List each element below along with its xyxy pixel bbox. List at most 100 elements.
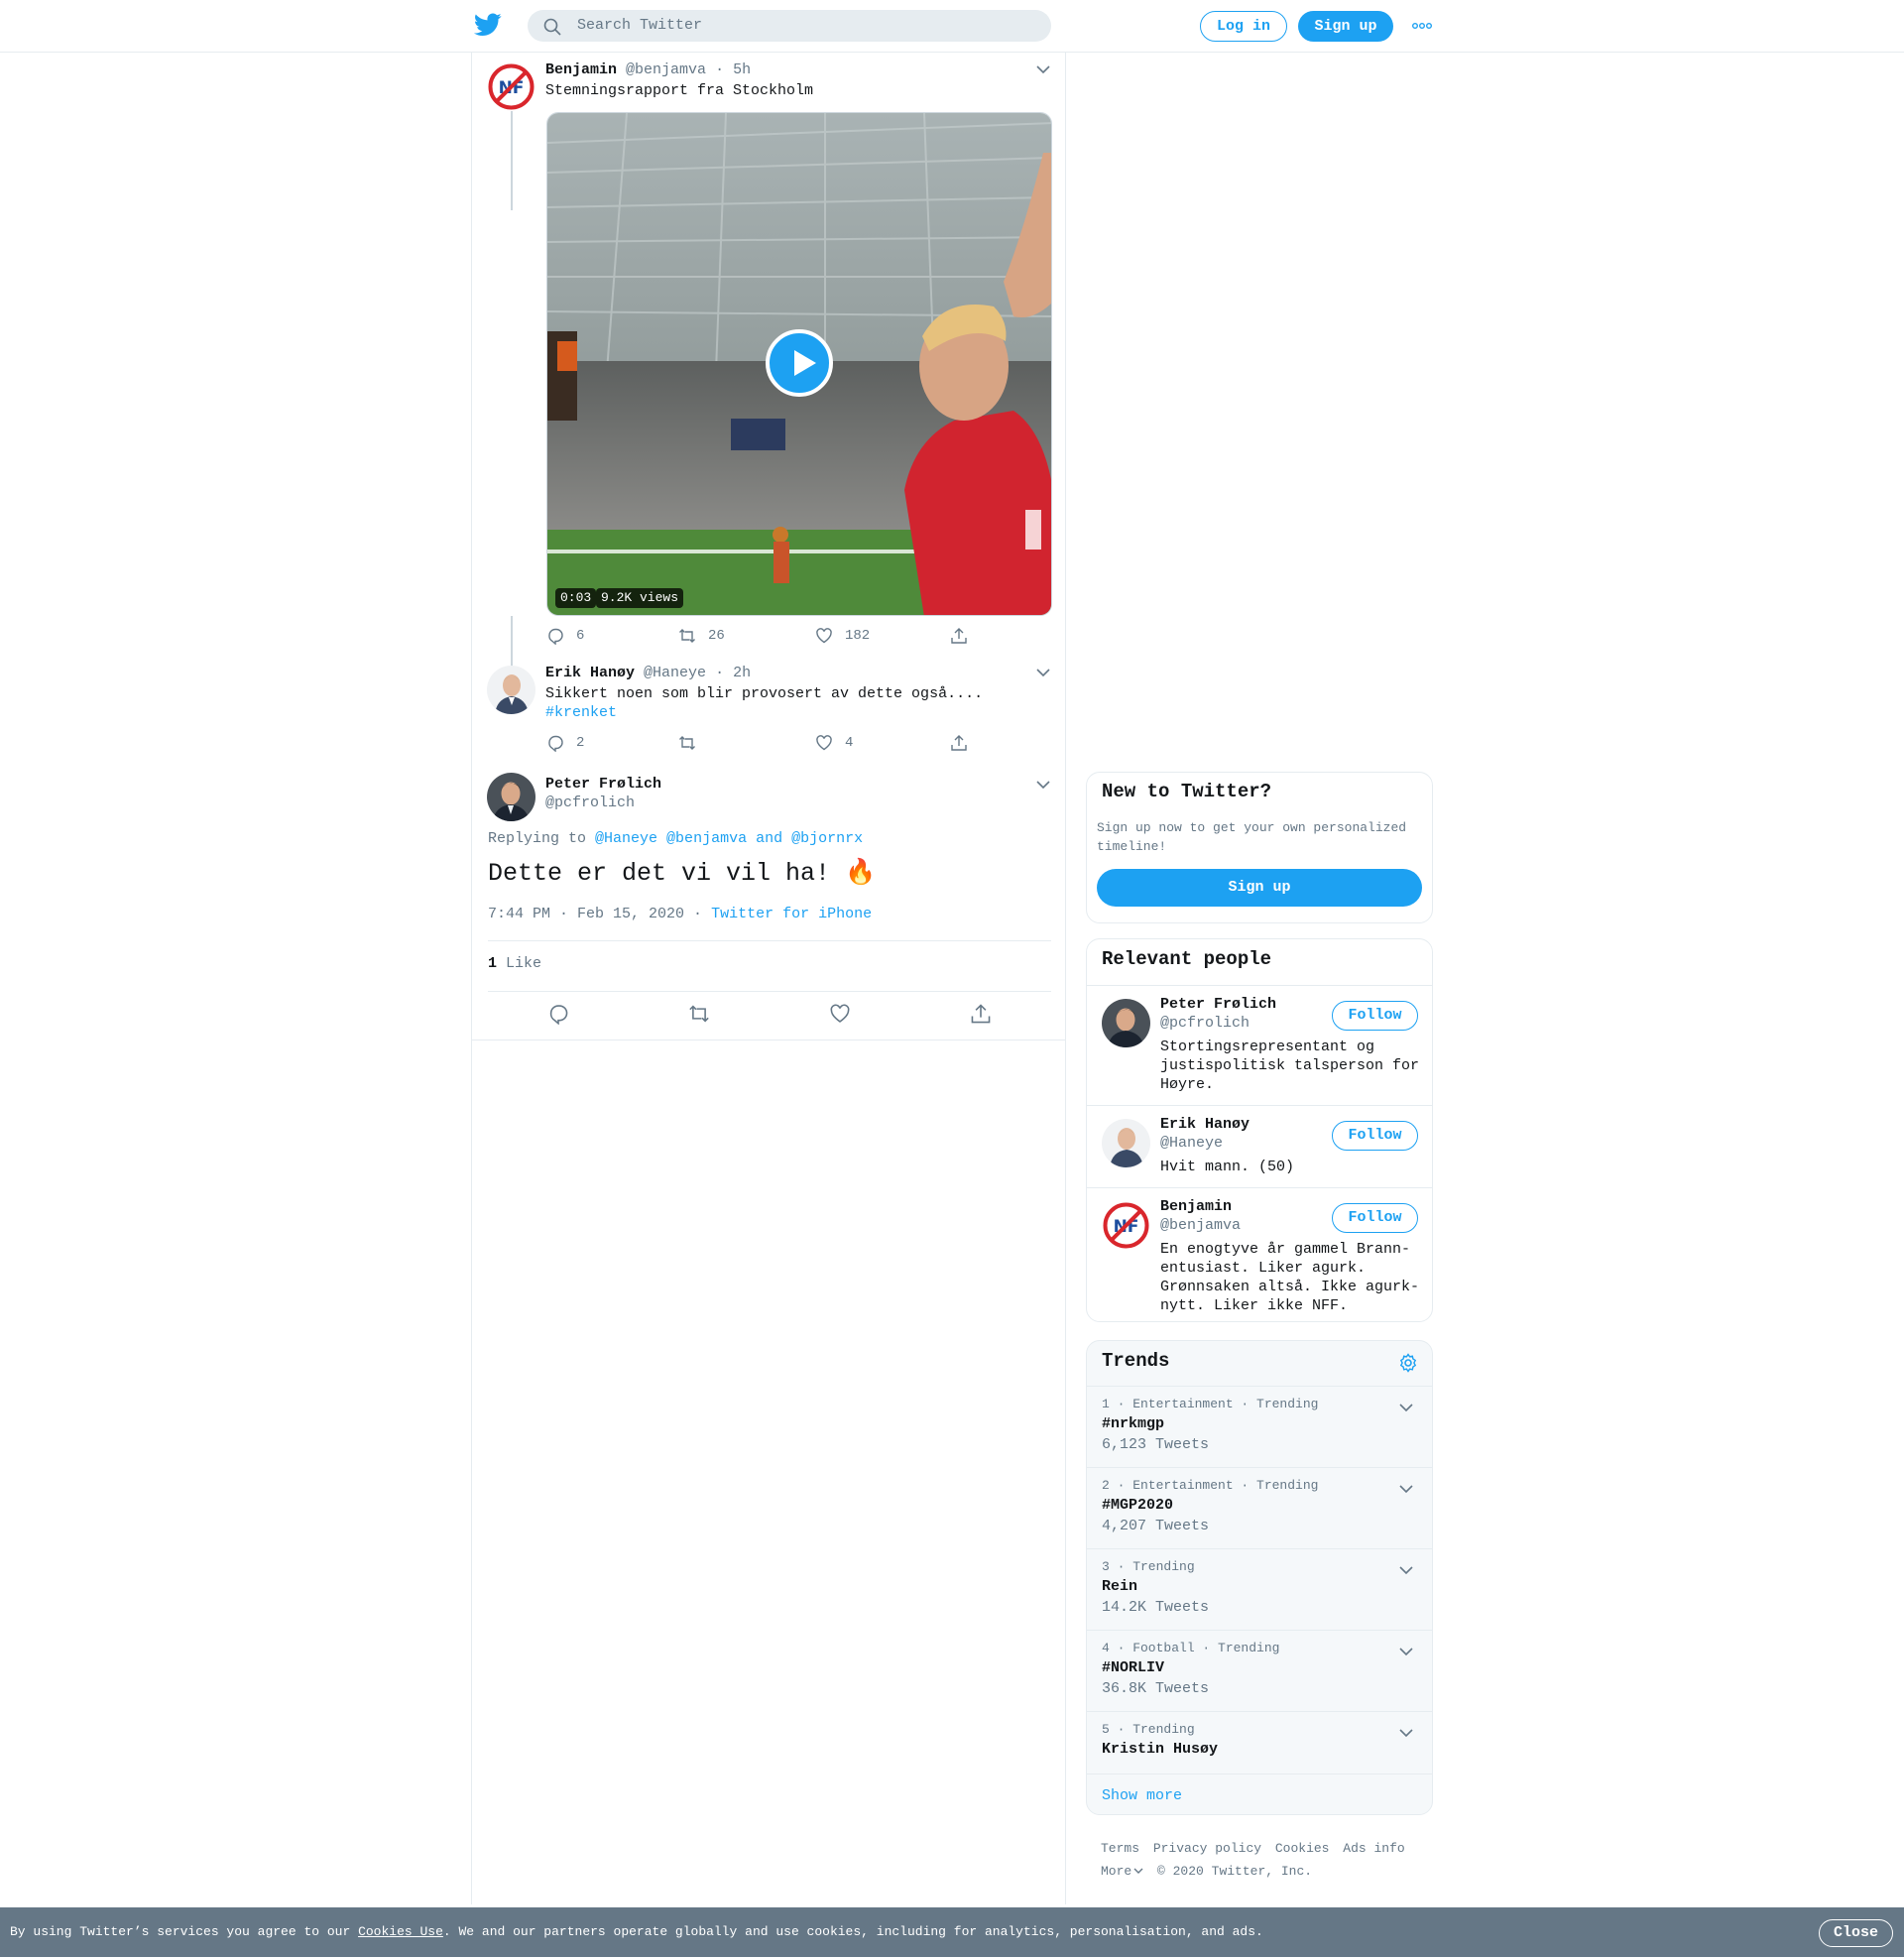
share-button[interactable]: [950, 627, 968, 647]
play-button[interactable]: [766, 329, 833, 397]
person-item[interactable]: Erik Hanøy @Haneye Follow Hvit mann. (50…: [1087, 1105, 1432, 1187]
likes-summary[interactable]: 1 Like: [488, 955, 541, 972]
card-title: New to Twitter?: [1102, 781, 1272, 802]
trend-count: 6,123 Tweets: [1102, 1436, 1210, 1453]
tweet-author-handle[interactable]: @Haneye: [644, 665, 706, 681]
footer-more-label[interactable]: More: [1101, 1864, 1131, 1879]
follow-button[interactable]: Follow: [1332, 1121, 1418, 1151]
reply-button[interactable]: 2: [546, 734, 584, 754]
trend-item[interactable]: 4 · Football · Trending #NORLIV 36.8K Tw…: [1087, 1630, 1432, 1711]
person-name[interactable]: Erik Hanøy: [1160, 1116, 1250, 1133]
chevron-down-icon[interactable]: [1036, 64, 1050, 74]
avatar[interactable]: [487, 773, 536, 821]
share-button[interactable]: [950, 734, 968, 754]
trend-name[interactable]: #NORLIV: [1102, 1659, 1164, 1676]
tweet-header: Benjamin @benjamva · 5h: [545, 61, 751, 78]
focus-author-handle[interactable]: @pcfrolich: [545, 795, 635, 811]
chevron-down-icon[interactable]: [1399, 1403, 1413, 1412]
person-item[interactable]: NF Benjamin @benjamva Follow En enogtyve…: [1087, 1187, 1432, 1321]
trend-meta: 5 · Trending: [1102, 1722, 1195, 1737]
reply-button[interactable]: 6: [546, 627, 584, 647]
share-icon[interactable]: [970, 1003, 992, 1025]
retweet-button[interactable]: 26: [678, 627, 725, 647]
chevron-down-icon[interactable]: [1399, 1565, 1413, 1575]
search-input[interactable]: Search Twitter: [528, 10, 1051, 42]
person-name[interactable]: Benjamin: [1160, 1198, 1232, 1215]
retweet-icon: [679, 736, 695, 750]
login-button[interactable]: Log in: [1200, 11, 1287, 42]
tweet-author-handle[interactable]: @benjamva: [626, 61, 706, 78]
chevron-down-icon[interactable]: [1036, 780, 1050, 790]
trend-name[interactable]: #MGP2020: [1102, 1497, 1173, 1514]
tweet-author-name[interactable]: Benjamin: [545, 61, 617, 78]
retweet-button[interactable]: [678, 734, 708, 754]
tweet-time[interactable]: 5h: [733, 61, 751, 78]
avatar[interactable]: NF: [487, 62, 536, 111]
person-handle[interactable]: @benjamva: [1160, 1217, 1241, 1234]
divider: [488, 991, 1051, 992]
avatar[interactable]: NF: [1102, 1201, 1150, 1250]
reply-icon[interactable]: [547, 1003, 569, 1025]
show-more-link[interactable]: Show more: [1102, 1787, 1182, 1804]
person-handle[interactable]: @pcfrolich: [1160, 1015, 1250, 1032]
show-more-row[interactable]: Show more: [1087, 1774, 1432, 1814]
trend-item[interactable]: 5 · Trending Kristin Husøy: [1087, 1711, 1432, 1774]
twitter-logo-icon[interactable]: [474, 13, 502, 37]
reply-count: 6: [576, 628, 585, 644]
like-button[interactable]: 4: [815, 734, 853, 754]
signup-button[interactable]: Sign up: [1298, 11, 1393, 42]
sidebar-signup-button[interactable]: Sign up: [1097, 869, 1422, 907]
like-button[interactable]: 182: [815, 627, 870, 647]
tweet-author-name[interactable]: Peter Frølich: [545, 776, 661, 793]
retweet-icon: [679, 629, 695, 643]
more-dots-icon[interactable]: [1412, 22, 1432, 30]
benjamin-avatar-icon: NF: [487, 62, 536, 111]
trend-name[interactable]: Kristin Husøy: [1102, 1741, 1218, 1758]
footer-more-link[interactable]: More: [1101, 1864, 1143, 1879]
person-item[interactable]: Peter Frølich @pcfrolich Follow Storting…: [1087, 985, 1432, 1105]
tweet-datetime[interactable]: 7:44 PM · Feb 15, 2020 ·: [488, 906, 702, 922]
hashtag-text[interactable]: #krenket: [545, 704, 617, 721]
chevron-down-icon[interactable]: [1399, 1484, 1413, 1494]
focus-author-name[interactable]: Peter Frølich: [545, 776, 661, 793]
tweet-author-handle[interactable]: @pcfrolich: [545, 795, 635, 811]
tweet-source-link[interactable]: Twitter for iPhone: [711, 906, 872, 922]
footer-terms-link[interactable]: Terms: [1101, 1841, 1139, 1856]
avatar[interactable]: [487, 666, 536, 714]
tweet-meta: 7:44 PM · Feb 15, 2020 · Twitter for iPh…: [488, 906, 872, 922]
cookie-banner: By using Twitter’s services you agree to…: [0, 1907, 1904, 1957]
tweet-text: Stemningsrapport fra Stockholm: [545, 82, 814, 99]
hashtag-link[interactable]: #krenket: [545, 703, 617, 723]
separator-dot: ·: [715, 665, 725, 681]
trend-item[interactable]: 1 · Entertainment · Trending #nrkmgp 6,1…: [1087, 1386, 1432, 1467]
tweet-author-name[interactable]: Erik Hanøy: [545, 665, 635, 681]
close-button[interactable]: Close: [1819, 1919, 1893, 1947]
likes-label: Like: [506, 955, 542, 972]
avatar[interactable]: [1102, 1119, 1150, 1167]
chevron-down-icon[interactable]: [1036, 668, 1050, 677]
person-handle[interactable]: @Haneye: [1160, 1135, 1223, 1152]
trend-name[interactable]: #nrkmgp: [1102, 1415, 1164, 1432]
trend-item[interactable]: 3 · Trending Rein 14.2K Tweets: [1087, 1548, 1432, 1630]
video-player[interactable]: 0:03 9.2K views: [546, 112, 1052, 616]
trend-meta: 2 · Entertainment · Trending: [1102, 1478, 1319, 1493]
footer-privacy-link[interactable]: Privacy policy: [1153, 1841, 1261, 1856]
cookies-use-link[interactable]: Cookies Use: [358, 1924, 443, 1939]
avatar[interactable]: [1102, 999, 1150, 1047]
replying-to-links[interactable]: @Haneye @benjamva and @bjornrx: [595, 830, 863, 847]
person-name[interactable]: Peter Frølich: [1160, 996, 1276, 1013]
follow-button[interactable]: Follow: [1332, 1001, 1418, 1031]
footer-cookies-link[interactable]: Cookies: [1275, 1841, 1330, 1856]
footer-ads-link[interactable]: Ads info: [1343, 1841, 1404, 1856]
follow-button[interactable]: Follow: [1332, 1203, 1418, 1233]
peter-avatar-icon: [1102, 999, 1150, 1047]
settings-gear-icon[interactable]: [1398, 1353, 1418, 1373]
chevron-down-icon[interactable]: [1399, 1728, 1413, 1738]
tweet-time[interactable]: 2h: [733, 665, 751, 681]
retweet-icon[interactable]: [688, 1003, 710, 1025]
trend-item[interactable]: 2 · Entertainment · Trending #MGP2020 4,…: [1087, 1467, 1432, 1548]
chevron-down-icon[interactable]: [1399, 1647, 1413, 1656]
person-bio: Hvit mann. (50): [1160, 1159, 1295, 1175]
trend-name[interactable]: Rein: [1102, 1578, 1137, 1595]
heart-icon[interactable]: [829, 1003, 851, 1025]
